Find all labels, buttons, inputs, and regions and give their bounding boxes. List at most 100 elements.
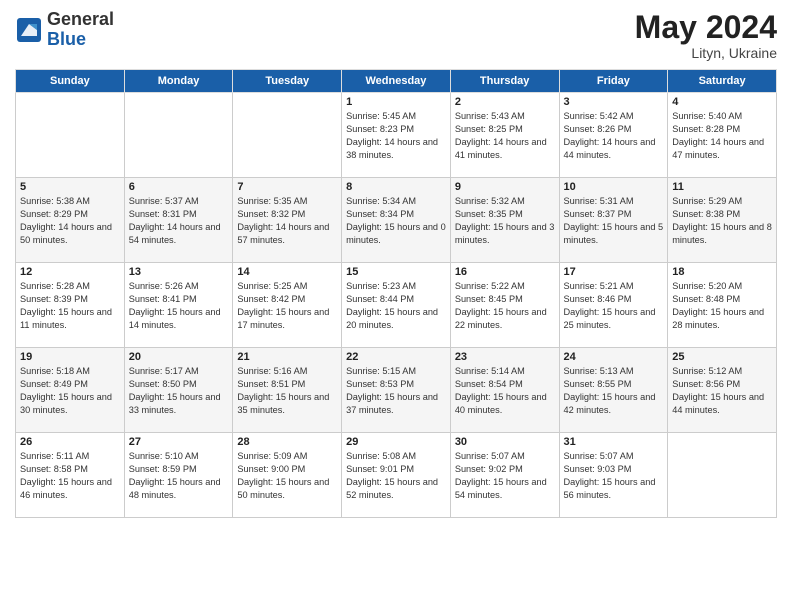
- calendar-cell: 4 Sunrise: 5:40 AM Sunset: 8:28 PM Daylig…: [668, 93, 777, 178]
- weekday-header-row: SundayMondayTuesdayWednesdayThursdayFrid…: [16, 70, 777, 93]
- day-number: 28: [237, 436, 337, 448]
- calendar-cell: 18Sunrise: 5:20 AM Sunset: 8:48 PM Dayli…: [668, 263, 777, 348]
- day-number: 8: [346, 181, 446, 193]
- calendar-cell: [668, 433, 777, 518]
- weekday-header: Thursday: [450, 70, 559, 93]
- calendar-cell: 1 Sunrise: 5:45 AM Sunset: 8:23 PM Daylig…: [342, 93, 451, 178]
- calendar-cell: 23 Sunrise: 5:14 AM Sunset: 8:54 PM Dayli…: [450, 348, 559, 433]
- day-info: Sunrise: 5:18 AM Sunset: 8:49 PM Dayligh…: [20, 365, 120, 417]
- day-number: 2: [455, 96, 555, 108]
- calendar-cell: 31Sunrise: 5:07 AM Sunset: 9:03 PM Dayli…: [559, 433, 668, 518]
- calendar-cell: 29 Sunrise: 5:08 AM Sunset: 9:01 PM Dayli…: [342, 433, 451, 518]
- day-info: Sunrise: 5:25 AM Sunset: 8:42 PM Dayligh…: [237, 280, 337, 332]
- calendar-week-row: 1 Sunrise: 5:45 AM Sunset: 8:23 PM Daylig…: [16, 93, 777, 178]
- day-number: 18: [672, 266, 772, 278]
- calendar-cell: [233, 93, 342, 178]
- day-info: Sunrise: 5:17 AM Sunset: 8:50 PM Dayligh…: [129, 365, 229, 417]
- calendar-cell: 24 Sunrise: 5:13 AM Sunset: 8:55 PM Dayli…: [559, 348, 668, 433]
- day-number: 15: [346, 266, 446, 278]
- calendar-cell: 13Sunrise: 5:26 AM Sunset: 8:41 PM Dayli…: [124, 263, 233, 348]
- day-number: 10: [564, 181, 664, 193]
- day-info: Sunrise: 5:13 AM Sunset: 8:55 PM Dayligh…: [564, 365, 664, 417]
- day-info: Sunrise: 5:42 AM Sunset: 8:26 PM Dayligh…: [564, 110, 664, 162]
- day-number: 24: [564, 351, 664, 363]
- day-number: 9: [455, 181, 555, 193]
- day-info: Sunrise: 5:43 AM Sunset: 8:25 PM Dayligh…: [455, 110, 555, 162]
- day-number: 25: [672, 351, 772, 363]
- day-number: 1: [346, 96, 446, 108]
- day-number: 29: [346, 436, 446, 448]
- day-number: 14: [237, 266, 337, 278]
- day-number: 21: [237, 351, 337, 363]
- calendar-week-row: 12Sunrise: 5:28 AM Sunset: 8:39 PM Dayli…: [16, 263, 777, 348]
- day-info: Sunrise: 5:14 AM Sunset: 8:54 PM Dayligh…: [455, 365, 555, 417]
- calendar-cell: 16 Sunrise: 5:22 AM Sunset: 8:45 PM Dayli…: [450, 263, 559, 348]
- day-info: Sunrise: 5:10 AM Sunset: 8:59 PM Dayligh…: [129, 450, 229, 502]
- logo: General Blue: [15, 10, 114, 50]
- day-info: Sunrise: 5:07 AM Sunset: 9:02 PM Dayligh…: [455, 450, 555, 502]
- day-number: 30: [455, 436, 555, 448]
- calendar-cell: 9Sunrise: 5:32 AM Sunset: 8:35 PM Daylig…: [450, 178, 559, 263]
- calendar-cell: 14 Sunrise: 5:25 AM Sunset: 8:42 PM Dayli…: [233, 263, 342, 348]
- calendar-cell: 12Sunrise: 5:28 AM Sunset: 8:39 PM Dayli…: [16, 263, 125, 348]
- day-info: Sunrise: 5:15 AM Sunset: 8:53 PM Dayligh…: [346, 365, 446, 417]
- day-number: 16: [455, 266, 555, 278]
- title-location: Lityn, Ukraine: [635, 45, 777, 61]
- weekday-header: Saturday: [668, 70, 777, 93]
- calendar-cell: 30 Sunrise: 5:07 AM Sunset: 9:02 PM Dayli…: [450, 433, 559, 518]
- day-number: 6: [129, 181, 229, 193]
- calendar-cell: 10Sunrise: 5:31 AM Sunset: 8:37 PM Dayli…: [559, 178, 668, 263]
- calendar-cell: 2 Sunrise: 5:43 AM Sunset: 8:25 PM Daylig…: [450, 93, 559, 178]
- calendar-cell: 27 Sunrise: 5:10 AM Sunset: 8:59 PM Dayli…: [124, 433, 233, 518]
- calendar-cell: [16, 93, 125, 178]
- calendar-week-row: 26Sunrise: 5:11 AM Sunset: 8:58 PM Dayli…: [16, 433, 777, 518]
- title-block: May 2024 Lityn, Ukraine: [635, 10, 777, 61]
- day-info: Sunrise: 5:40 AM Sunset: 8:28 PM Dayligh…: [672, 110, 772, 162]
- weekday-header: Wednesday: [342, 70, 451, 93]
- day-number: 19: [20, 351, 120, 363]
- day-info: Sunrise: 5:23 AM Sunset: 8:44 PM Dayligh…: [346, 280, 446, 332]
- calendar-cell: 6Sunrise: 5:37 AM Sunset: 8:31 PM Daylig…: [124, 178, 233, 263]
- day-number: 4: [672, 96, 772, 108]
- weekday-header: Monday: [124, 70, 233, 93]
- calendar-cell: 22 Sunrise: 5:15 AM Sunset: 8:53 PM Dayli…: [342, 348, 451, 433]
- calendar-cell: 26Sunrise: 5:11 AM Sunset: 8:58 PM Dayli…: [16, 433, 125, 518]
- calendar-cell: 17 Sunrise: 5:21 AM Sunset: 8:46 PM Dayli…: [559, 263, 668, 348]
- day-info: Sunrise: 5:26 AM Sunset: 8:41 PM Dayligh…: [129, 280, 229, 332]
- day-info: Sunrise: 5:08 AM Sunset: 9:01 PM Dayligh…: [346, 450, 446, 502]
- day-number: 20: [129, 351, 229, 363]
- day-number: 5: [20, 181, 120, 193]
- weekday-header: Tuesday: [233, 70, 342, 93]
- calendar-week-row: 19 Sunrise: 5:18 AM Sunset: 8:49 PM Dayli…: [16, 348, 777, 433]
- day-number: 23: [455, 351, 555, 363]
- day-info: Sunrise: 5:34 AM Sunset: 8:34 PM Dayligh…: [346, 195, 446, 247]
- calendar-cell: 7Sunrise: 5:35 AM Sunset: 8:32 PM Daylig…: [233, 178, 342, 263]
- day-info: Sunrise: 5:22 AM Sunset: 8:45 PM Dayligh…: [455, 280, 555, 332]
- title-month: May 2024: [635, 10, 777, 45]
- logo-general: General: [47, 9, 114, 29]
- day-info: Sunrise: 5:09 AM Sunset: 9:00 PM Dayligh…: [237, 450, 337, 502]
- day-info: Sunrise: 5:38 AM Sunset: 8:29 PM Dayligh…: [20, 195, 120, 247]
- weekday-header: Friday: [559, 70, 668, 93]
- day-info: Sunrise: 5:29 AM Sunset: 8:38 PM Dayligh…: [672, 195, 772, 247]
- day-info: Sunrise: 5:21 AM Sunset: 8:46 PM Dayligh…: [564, 280, 664, 332]
- calendar-cell: 11 Sunrise: 5:29 AM Sunset: 8:38 PM Dayli…: [668, 178, 777, 263]
- calendar-cell: 21Sunrise: 5:16 AM Sunset: 8:51 PM Dayli…: [233, 348, 342, 433]
- day-number: 27: [129, 436, 229, 448]
- calendar-cell: 3Sunrise: 5:42 AM Sunset: 8:26 PM Daylig…: [559, 93, 668, 178]
- calendar-cell: 20 Sunrise: 5:17 AM Sunset: 8:50 PM Dayli…: [124, 348, 233, 433]
- day-number: 17: [564, 266, 664, 278]
- header: General Blue May 2024 Lityn, Ukraine: [15, 10, 777, 61]
- day-info: Sunrise: 5:12 AM Sunset: 8:56 PM Dayligh…: [672, 365, 772, 417]
- calendar-cell: 15 Sunrise: 5:23 AM Sunset: 8:44 PM Dayli…: [342, 263, 451, 348]
- day-info: Sunrise: 5:45 AM Sunset: 8:23 PM Dayligh…: [346, 110, 446, 162]
- calendar-cell: 28 Sunrise: 5:09 AM Sunset: 9:00 PM Dayli…: [233, 433, 342, 518]
- calendar-cell: 5 Sunrise: 5:38 AM Sunset: 8:29 PM Daylig…: [16, 178, 125, 263]
- day-number: 22: [346, 351, 446, 363]
- calendar-table: SundayMondayTuesdayWednesdayThursdayFrid…: [15, 69, 777, 518]
- calendar-cell: [124, 93, 233, 178]
- calendar-cell: 25 Sunrise: 5:12 AM Sunset: 8:56 PM Dayli…: [668, 348, 777, 433]
- day-number: 11: [672, 181, 772, 193]
- logo-text: General Blue: [47, 10, 114, 50]
- logo-icon: [15, 16, 43, 44]
